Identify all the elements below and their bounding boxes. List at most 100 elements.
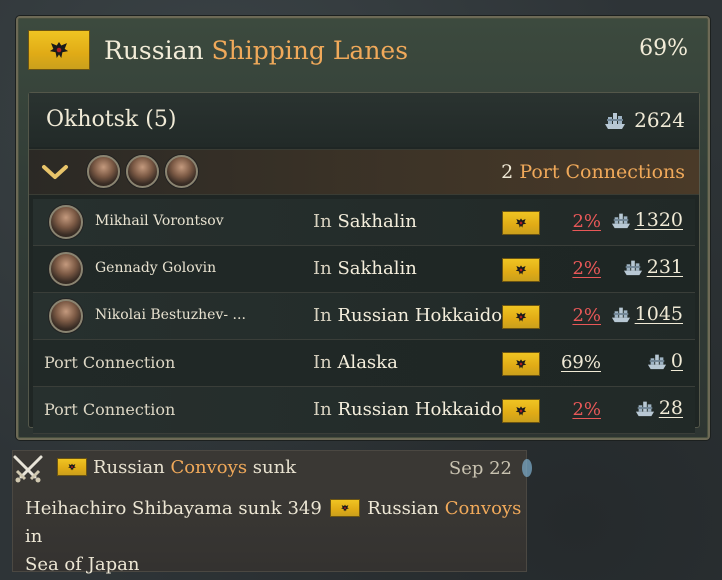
location: In Russian Hokkaido [313, 399, 502, 420]
port-connections-label: 2 Port Connections [501, 161, 685, 183]
list-item[interactable]: Port Connection In Alaska 69% 0 [33, 340, 695, 387]
russian-flag-icon[interactable] [329, 499, 360, 517]
location-name[interactable]: Alaska [337, 352, 397, 373]
shipping-lanes-panel: Russian Shipping Lanes 69% Okhotsk (5) 2… [16, 16, 710, 440]
location: In Sakhalin [313, 258, 417, 279]
port-connection-label: Port Connection [44, 400, 176, 419]
title-country: Russian [93, 457, 165, 478]
location-name[interactable]: Russian Hokkaido [337, 305, 502, 326]
port-connection-label: Port Connection [44, 353, 176, 372]
efficiency-percent[interactable]: 69% [561, 352, 601, 373]
location-prefix: In [313, 399, 332, 420]
admiral-portraits [87, 155, 198, 188]
location: In Russian Hokkaido [313, 305, 502, 326]
admiral-portrait[interactable] [126, 155, 159, 188]
panel-title: Russian Shipping Lanes [104, 36, 408, 65]
admiral-name[interactable]: Nikolai Bestuzhev- ... [95, 307, 246, 323]
country-flag-icon[interactable] [502, 352, 540, 376]
ship-icon [611, 213, 630, 229]
ship-icon [635, 401, 654, 417]
efficiency-percent[interactable]: 2% [572, 399, 601, 420]
title-suffix: sunk [252, 457, 297, 478]
admiral-portrait[interactable] [165, 155, 198, 188]
panel-header: Russian Shipping Lanes [18, 18, 708, 82]
russian-flag-icon[interactable] [28, 30, 90, 70]
eagle-emblem-icon [49, 42, 69, 58]
body-country: Russian [367, 498, 439, 519]
notification-header: Russian Convoys sunk Sep 22 [13, 451, 532, 485]
location: In Sakhalin [313, 211, 417, 232]
region-ship-total: 2624 [602, 108, 685, 132]
location-name[interactable]: Sakhalin [337, 211, 416, 232]
port-connections-link[interactable]: Port Connections [519, 161, 685, 183]
ship-count[interactable]: 0 [645, 350, 683, 372]
body-suffix: in [25, 526, 43, 547]
title-convoys-link[interactable]: Convoys [170, 457, 247, 478]
list-item[interactable]: Nikolai Bestuzhev- ... In Russian Hokkai… [33, 293, 695, 340]
ship-icon [623, 260, 642, 276]
region-name: Okhotsk (5) [46, 107, 177, 132]
lane-efficiency-percent: 69% [639, 36, 688, 61]
eagle-emblem-icon [515, 312, 527, 322]
convoys-sunk-notification[interactable]: Russian Convoys sunk Sep 22 Heihachiro S… [12, 450, 532, 575]
notification-body: Heihachiro Shibayama sunk 349 Russian Co… [25, 495, 523, 579]
title-shipping-lanes[interactable]: Shipping Lanes [212, 36, 409, 65]
ship-count[interactable]: 231 [621, 256, 683, 278]
admiral-portrait[interactable] [87, 155, 120, 188]
list-item[interactable]: Port Connection In Russian Hokkaido 2% 2… [33, 387, 695, 434]
admiral-portrait[interactable] [49, 252, 83, 286]
ship-count-value: 1320 [634, 209, 683, 231]
notification-title: Russian Convoys sunk [93, 457, 296, 478]
connections-list: Mikhail Vorontsov In Sakhalin 2% 1320 Ge… [33, 199, 695, 434]
eagle-emblem-icon [515, 265, 527, 275]
eagle-emblem-icon [515, 218, 527, 228]
location-prefix: In [313, 352, 332, 373]
body-location: Sea of Japan [25, 554, 140, 575]
chevron-down-icon[interactable] [41, 162, 69, 182]
ship-count[interactable]: 1045 [609, 303, 683, 325]
region-header: Okhotsk (5) 2624 [29, 93, 699, 147]
russian-flag-icon[interactable] [57, 458, 87, 476]
body-convoys-link[interactable]: Convoys [445, 498, 522, 519]
unread-indicator [522, 459, 532, 477]
location-prefix: In [313, 211, 332, 232]
ship-icon [647, 354, 666, 370]
ship-count[interactable]: 1320 [609, 209, 683, 231]
ship-count-value: 28 [658, 397, 683, 419]
ship-count-value: 1045 [634, 303, 683, 325]
country-flag-icon[interactable] [502, 211, 540, 235]
ship-icon [605, 113, 626, 129]
list-item[interactable]: Gennady Golovin In Sakhalin 2% 231 [33, 246, 695, 293]
crossed-swords-icon [13, 455, 43, 483]
eagle-emblem-icon [515, 406, 527, 416]
admiral-portrait[interactable] [49, 205, 83, 239]
location-prefix: In [313, 305, 332, 326]
eagle-emblem-icon [515, 359, 527, 369]
admiral-portrait[interactable] [49, 299, 83, 333]
region-ship-count: 2624 [634, 108, 685, 132]
notification-date: Sep 22 [448, 458, 512, 479]
title-country: Russian [104, 35, 204, 65]
eagle-emblem-icon [340, 504, 349, 512]
ship-count-value: 231 [646, 256, 683, 278]
country-flag-icon[interactable] [502, 399, 540, 423]
country-flag-icon[interactable] [502, 258, 540, 282]
location: In Alaska [313, 352, 398, 373]
eagle-emblem-icon [68, 463, 76, 471]
body-text: Heihachiro Shibayama sunk [25, 498, 282, 519]
admiral-name[interactable]: Gennady Golovin [95, 260, 216, 276]
efficiency-percent[interactable]: 2% [572, 258, 601, 279]
admiral-name[interactable]: Mikhail Vorontsov [95, 213, 224, 229]
body-number: 349 [287, 498, 322, 519]
ship-count[interactable]: 28 [633, 397, 683, 419]
list-item[interactable]: Mikhail Vorontsov In Sakhalin 2% 1320 [33, 199, 695, 246]
region-section: Okhotsk (5) 2624 2 Port Connections Mikh… [28, 92, 700, 434]
efficiency-percent[interactable]: 2% [572, 305, 601, 326]
ship-icon [611, 307, 630, 323]
location-name[interactable]: Russian Hokkaido [337, 399, 502, 420]
efficiency-percent[interactable]: 2% [572, 211, 601, 232]
country-flag-icon[interactable] [502, 305, 540, 329]
ship-count-value: 0 [670, 350, 683, 372]
port-connections-bar[interactable]: 2 Port Connections [29, 149, 699, 195]
location-name[interactable]: Sakhalin [337, 258, 416, 279]
